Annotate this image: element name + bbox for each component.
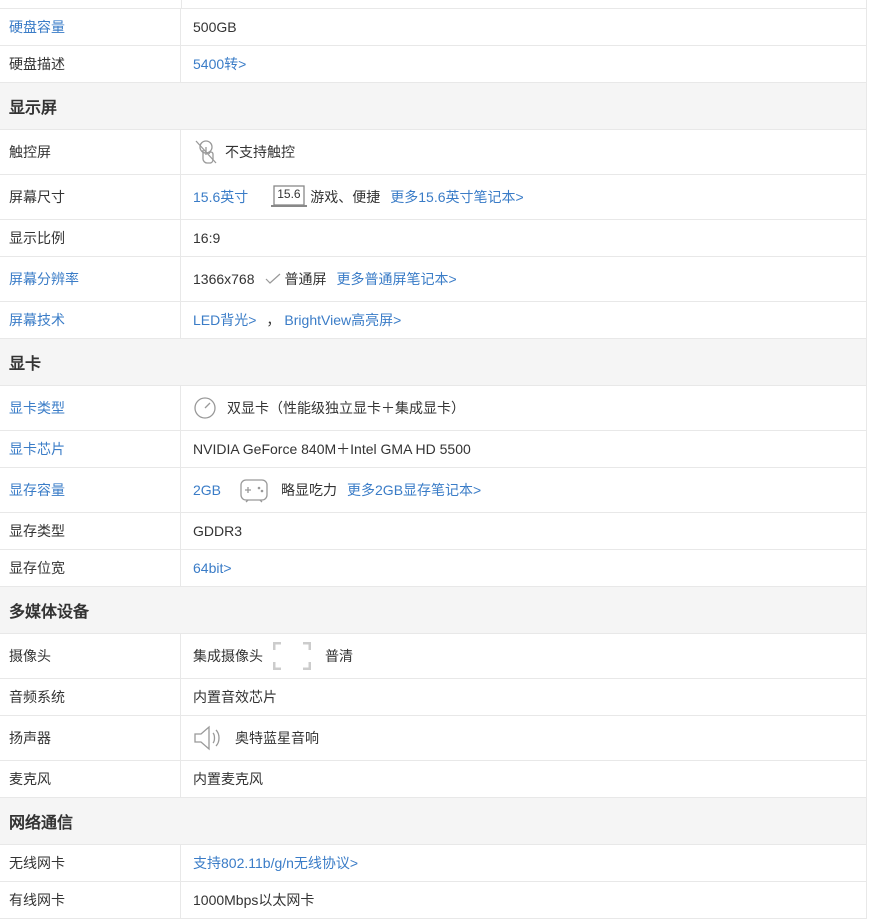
link-vram[interactable]: 2GB xyxy=(193,482,221,498)
section-network: 网络通信 xyxy=(0,798,866,845)
label-screen-tech[interactable]: 屏幕技术 xyxy=(0,302,181,338)
value-lan: 1000Mbps以太网卡 xyxy=(193,892,315,908)
value-resolution: 1366x768 xyxy=(193,271,255,287)
label-vram[interactable]: 显存容量 xyxy=(0,468,181,512)
row-disk-capacity: 硬盘容量 500GB xyxy=(0,9,866,46)
value-speaker: 奥特蓝星音响 xyxy=(235,730,319,746)
link-wifi[interactable]: 支持802.11b/g/n无线协议> xyxy=(193,853,358,873)
section-multimedia: 多媒体设备 xyxy=(0,587,866,634)
vram-note: 略显吃力 xyxy=(281,482,338,498)
link-brightview[interactable]: BrightView高亮屏> xyxy=(284,310,401,330)
row-aspect: 显示比例 16:9 xyxy=(0,220,866,257)
row-speaker: 扬声器 奥特蓝星音响 xyxy=(0,716,866,761)
value-mic: 内置麦克风 xyxy=(193,771,263,787)
link-led-backlight[interactable]: LED背光> xyxy=(193,310,256,330)
link-vram-width[interactable]: 64bit> xyxy=(193,560,232,576)
label-lan: 有线网卡 xyxy=(0,882,181,918)
checkmark-icon xyxy=(265,273,281,285)
link-more-vram[interactable]: 更多2GB显存笔记本> xyxy=(347,480,481,500)
table-row-stub xyxy=(0,0,866,9)
label-gpu-type[interactable]: 显卡类型 xyxy=(0,386,181,430)
value-camera: 集成摄像头 xyxy=(193,648,263,664)
row-camera: 摄像头 集成摄像头 普清 xyxy=(0,634,866,679)
label-vram-type: 显存类型 xyxy=(0,513,181,549)
value-disk-capacity: 500GB xyxy=(193,19,237,35)
label-disk-desc: 硬盘描述 xyxy=(0,46,181,82)
row-vram: 显存容量 2GB 略显吃力 更多2GB显存笔记本> xyxy=(0,468,866,513)
label-screen-size: 屏幕尺寸 xyxy=(0,175,181,219)
row-mic: 麦克风 内置麦克风 xyxy=(0,761,866,798)
label-mic: 麦克风 xyxy=(0,761,181,797)
value-gpu-type: 双显卡（性能级独立显卡＋集成显卡） xyxy=(227,400,465,416)
label-vram-width: 显存位宽 xyxy=(0,550,181,586)
screen-tech-separator: ， xyxy=(266,312,281,328)
label-gpu-chip[interactable]: 显卡芯片 xyxy=(0,431,181,467)
row-wifi: 无线网卡 支持802.11b/g/n无线协议> xyxy=(0,845,866,882)
row-screen-size: 屏幕尺寸 15.6英寸 15.6 游戏、便捷 更多15.6英寸笔记本> xyxy=(0,175,866,220)
row-audio: 音频系统 内置音效芯片 xyxy=(0,679,866,716)
row-screen-tech: 屏幕技术 LED背光> ， BrightView高亮屏> xyxy=(0,302,866,339)
laptop-icon: 15.6 xyxy=(270,185,308,209)
label-camera: 摄像头 xyxy=(0,634,181,678)
row-gpu-chip: 显卡芯片 NVIDIA GeForce 840M＋Intel GMA HD 55… xyxy=(0,431,866,468)
label-audio: 音频系统 xyxy=(0,679,181,715)
row-disk-desc: 硬盘描述 5400转> xyxy=(0,46,866,83)
label-wifi: 无线网卡 xyxy=(0,845,181,881)
label-aspect: 显示比例 xyxy=(0,220,181,256)
section-display: 显示屏 xyxy=(0,83,866,130)
row-vram-width: 显存位宽 64bit> xyxy=(0,550,866,587)
link-more-screen-size[interactable]: 更多15.6英寸笔记本> xyxy=(390,187,523,207)
value-gpu-chip: NVIDIA GeForce 840M＋Intel GMA HD 5500 xyxy=(193,441,471,457)
gamepad-icon xyxy=(239,477,269,503)
value-vram-type: GDDR3 xyxy=(193,523,243,539)
screen-size-badge: 15.6 xyxy=(277,187,301,201)
no-touch-icon xyxy=(193,138,219,166)
section-gpu: 显卡 xyxy=(0,339,866,386)
resolution-note: 普通屏 xyxy=(284,271,327,287)
label-disk-capacity[interactable]: 硬盘容量 xyxy=(0,9,181,45)
row-touch: 触控屏 不支持触控 xyxy=(0,130,866,175)
row-gpu-type: 显卡类型 双显卡（性能级独立显卡＋集成显卡） xyxy=(0,386,866,431)
label-resolution[interactable]: 屏幕分辨率 xyxy=(0,257,181,301)
gauge-icon xyxy=(193,396,217,420)
link-disk-desc[interactable]: 5400转> xyxy=(193,54,246,74)
row-resolution: 屏幕分辨率 1366x768 普通屏 更多普通屏笔记本> xyxy=(0,257,866,302)
row-vram-type: 显存类型 GDDR3 xyxy=(0,513,866,550)
screen-size-note: 游戏、便捷 xyxy=(310,189,381,205)
speaker-icon xyxy=(193,725,223,751)
label-speaker: 扬声器 xyxy=(0,716,181,760)
value-touch: 不支持触控 xyxy=(225,144,295,160)
camera-note: 普清 xyxy=(325,648,353,664)
link-more-resolution[interactable]: 更多普通屏笔记本> xyxy=(337,269,457,289)
value-audio: 内置音效芯片 xyxy=(193,689,277,705)
label-touch: 触控屏 xyxy=(0,130,181,174)
link-screen-size[interactable]: 15.6英寸 xyxy=(193,187,248,207)
camera-frame-icon xyxy=(273,642,311,670)
spec-table: 硬盘容量 500GB 硬盘描述 5400转> 显示屏 触控屏 不支持触控 屏幕尺… xyxy=(0,0,867,919)
value-aspect: 16:9 xyxy=(193,230,221,246)
